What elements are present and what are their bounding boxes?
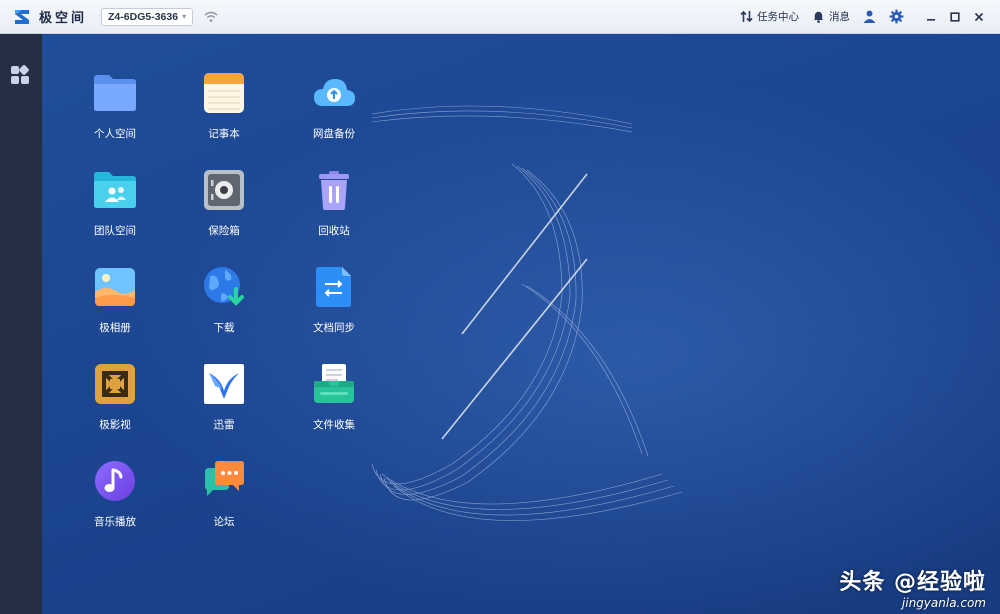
app-team-space[interactable]: 团队空间: [70, 165, 160, 247]
trash-icon: [319, 171, 349, 210]
globe-download-icon: [204, 267, 244, 306]
minimize-icon: [927, 18, 935, 21]
desktop: 个人空间 记事本 网盘备份 团队空间 保险箱 回收站 极相册 下载 文档同步 极…: [42, 34, 1000, 614]
task-center-label: 任务中心: [757, 11, 799, 23]
device-select[interactable]: Z4-6DG5-3636 ▾: [101, 7, 194, 26]
maximize-button[interactable]: [944, 6, 966, 28]
app-document-sync[interactable]: 文档同步: [289, 262, 379, 344]
task-center-button[interactable]: 任务中心: [739, 9, 799, 24]
app-label: 回收站: [318, 225, 350, 237]
app-label: 论坛: [213, 516, 235, 528]
document-sync-icon: [316, 267, 351, 307]
film-icon: [95, 364, 135, 404]
app-download[interactable]: 下载: [179, 262, 269, 344]
app-label: 极影视: [99, 419, 131, 431]
bell-icon: [814, 11, 823, 23]
watermark: 头条 @经验啦 jingyanla.com: [839, 564, 986, 610]
team-folder-icon: [94, 172, 136, 208]
settings-button[interactable]: [889, 9, 904, 24]
app-file-collect[interactable]: 文件收集: [289, 359, 379, 441]
app-personal-space[interactable]: 个人空间: [70, 68, 160, 150]
app-safe[interactable]: 保险箱: [179, 165, 269, 247]
file-collect-icon: [314, 364, 354, 403]
app-label: 下载: [213, 322, 235, 334]
chat-bubbles-icon: [205, 461, 244, 496]
app-thunder[interactable]: 迅雷: [179, 359, 269, 441]
close-icon: [974, 12, 984, 21]
wifi-icon: [204, 11, 218, 22]
messages-label: 消息: [829, 11, 850, 23]
music-note-icon: [95, 461, 135, 501]
watermark-main: 头条 @经验啦: [839, 570, 986, 595]
user-button[interactable]: [862, 9, 877, 24]
app-cloud-backup[interactable]: 网盘备份: [289, 68, 379, 150]
app-label: 保险箱: [208, 225, 240, 237]
app-label: 记事本: [208, 128, 240, 140]
safe-icon: [204, 170, 244, 210]
messages-button[interactable]: 消息: [811, 9, 850, 24]
app-label: 极相册: [99, 322, 131, 334]
sidebar: [0, 34, 42, 614]
gear-icon: [889, 9, 904, 24]
watermark-sub: jingyanla.com: [901, 596, 986, 610]
app-name: 极空间: [39, 11, 88, 26]
app-label: 音乐播放: [94, 516, 136, 528]
app-forum[interactable]: 论坛: [179, 456, 269, 538]
transfer-arrows-icon: [740, 10, 753, 23]
app-label: 团队空间: [94, 225, 136, 237]
app-film[interactable]: 极影视: [70, 359, 160, 441]
app-logo: 极空间: [12, 7, 87, 27]
photo-album-icon: [95, 268, 135, 306]
app-music[interactable]: 音乐播放: [70, 456, 160, 538]
app-label: 个人空间: [94, 128, 136, 140]
minimize-button[interactable]: [920, 6, 942, 28]
close-button[interactable]: [968, 6, 990, 28]
app-recycle-bin[interactable]: 回收站: [289, 165, 379, 247]
apps-grid-icon[interactable]: [9, 64, 31, 86]
app-photo-album[interactable]: 极相册: [70, 262, 160, 344]
zspace-logo-icon: [15, 9, 29, 24]
chevron-down-icon: ▾: [182, 12, 187, 21]
folder-icon: [94, 75, 136, 111]
cloud-upload-icon: [314, 79, 355, 106]
app-label: 文档同步: [313, 322, 355, 334]
notepad-icon: [204, 73, 244, 113]
user-icon: [863, 10, 876, 23]
app-notepad[interactable]: 记事本: [179, 68, 269, 150]
thunder-bird-icon: [204, 364, 244, 404]
app-label: 迅雷: [213, 419, 235, 431]
device-name: Z4-6DG5-3636: [108, 10, 179, 23]
title-bar: 极空间 Z4-6DG5-3636 ▾ 任务中心 消息: [0, 0, 1000, 34]
app-label: 文件收集: [313, 419, 355, 431]
maximize-icon: [950, 11, 960, 22]
app-label: 网盘备份: [313, 128, 355, 140]
